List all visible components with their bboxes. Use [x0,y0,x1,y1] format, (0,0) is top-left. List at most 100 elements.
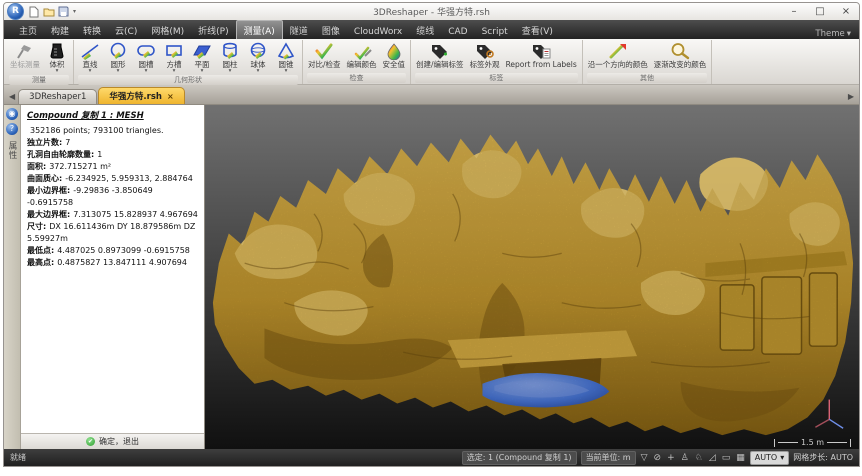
chevron-down-icon: ▾ [173,69,176,75]
scale-tick [774,439,775,447]
check-circle-icon: ✔ [86,437,95,446]
tab-polyline[interactable]: 折线(P) [191,21,235,39]
tab-script[interactable]: Script [475,24,515,39]
doc-tab-3dreshaper1[interactable]: 3DReshaper1 [18,89,97,104]
confirm-exit-button[interactable]: ✔ 确定，退出 [21,433,204,449]
plane-button[interactable]: 平面 ▾ [188,40,216,75]
draw-mode-icon[interactable]: ◿ [708,453,717,463]
close-button[interactable]: × [833,6,859,17]
chevron-down-icon: ▾ [117,69,120,75]
edit-colors-button[interactable]: 编辑颜色 [344,40,380,69]
minimize-button[interactable]: – [781,6,807,17]
help-icon[interactable]: ? [6,123,18,135]
safety-value-button[interactable]: 安全值 [380,40,409,69]
tab-measure-active[interactable]: 测量(A) [236,20,283,39]
tab-image[interactable]: 图像 [315,21,347,39]
tag-plus-icon [428,41,452,61]
properties-body: Compound 复制 1 : MESH 352186 points; 7931… [21,105,204,433]
tab-construct[interactable]: 构建 [44,21,76,39]
tab-transform[interactable]: 转换 [76,21,108,39]
chevron-down-icon: ▾ [285,69,288,75]
compare-inspect-button[interactable]: 对比/检查 [305,40,344,69]
window-title: 3DReshaper - 华强方特.rsh [4,5,859,18]
square-slot-icon [163,41,185,61]
round-slot-button[interactable]: 圆槽 ▾ [132,40,160,75]
ribbon-group-other: 沿一个方向的颜色 逐渐改变的颜色 其他 [583,40,713,84]
viewport-3d[interactable]: 1.5 m [205,105,859,449]
quick-access-dropdown-icon[interactable]: ▾ [73,8,76,15]
tag-gear-icon [473,41,497,61]
property-line: 最大边界框:7.313075 15.828937 4.967694 [27,209,198,221]
coordinate-measure-button[interactable]: 坐标测量 [7,40,43,69]
close-tab-icon[interactable]: × [167,92,174,101]
stand-viewer-icon[interactable]: ♙ [680,453,690,463]
tab-cloud[interactable]: 云(C) [108,21,144,39]
chevron-down-icon: ▾ [56,69,59,75]
move-view-icon[interactable]: + [666,453,676,463]
object-title: Compound 复制 1 : MESH [27,110,198,123]
property-line: 面积:372.715271 m² [27,161,198,173]
ribbon-tab-bar: 主页 构建 转换 云(C) 网格(M) 折线(P) 测量(A) 隧道 图像 Cl… [4,20,859,39]
tab-tunnel[interactable]: 隧道 [283,21,315,39]
grid-step-info: 网格步长: AUTO [793,452,853,463]
maximize-button[interactable]: □ [807,6,833,17]
new-file-icon[interactable] [27,5,40,18]
open-file-icon[interactable] [42,5,55,18]
property-line: 曲面质心:-6.234925, 5.959313, 2.884764 [27,173,198,185]
property-line: 最低点:4.487025 0.8973099 -0.6915758 [27,245,198,257]
property-line: 352186 points; 793100 triangles. [27,125,198,137]
tab-cad[interactable]: CAD [441,24,474,39]
save-file-icon[interactable] [57,5,70,18]
chevron-down-icon: ▾ [201,69,204,75]
unit-info[interactable]: 当前单位: m [581,451,636,465]
square-slot-button[interactable]: 方槽 ▾ [160,40,188,75]
tab-mesh[interactable]: 网格(M) [144,21,191,39]
plane-icon [191,41,213,61]
chevron-down-icon: ▾ [145,69,148,75]
status-bar: 就绪 选定: 1 (Compound 复制 1) 当前单位: m ▽ ⊘ + ♙… [4,449,859,466]
no-clip-icon[interactable]: ⊘ [653,453,663,463]
report-from-labels-button[interactable]: Report from Labels [503,40,580,69]
doc-tab-label: 3DReshaper1 [29,92,86,102]
property-line: 最高点:0.4875827 13.847111 4.907694 [27,257,198,269]
sphere-icon [247,41,269,61]
tab-scroll-right-icon[interactable]: ▶ [845,92,857,104]
auto-scale-select[interactable]: AUTO ▾ [750,451,790,465]
ribbon-toolbar: 坐标测量 体积 ▾ 测量 直线 ▾ [4,39,859,85]
tab-home[interactable]: 主页 [12,21,44,39]
label-appearance-button[interactable]: 标签外观 [467,40,503,69]
volume-button[interactable]: 体积 ▾ [43,40,71,75]
gradual-color-button[interactable]: 逐渐改变的颜色 [651,40,710,69]
view-reset-icon[interactable]: ◉ [6,108,18,120]
ribbon-group-label: 测量 [9,75,69,85]
tab-view[interactable]: 查看(V) [515,21,560,39]
chevron-down-icon: ▾ [257,69,260,75]
line-button[interactable]: 直线 ▾ [76,40,104,75]
create-edit-label-button[interactable]: 创建/编辑标签 [413,40,467,69]
property-line: 最小边界框:-9.29836 -3.850649 -0.6915758 [27,185,198,209]
confirm-exit-label: 确定，退出 [99,436,139,447]
mesh-model [205,105,859,449]
tab-cable[interactable]: 缆线 [409,21,441,39]
tab-cloudworx[interactable]: CloudWorx [347,24,409,39]
clip-plane-icon[interactable]: ▽ [640,453,649,463]
doc-tab-huaqiangfangte[interactable]: 华强方特.rsh × [98,87,184,104]
ribbon-group-label: 几何形状 [78,75,298,85]
sphere-button[interactable]: 球体 ▾ [244,40,272,75]
zoom-window-icon[interactable]: ▭ [721,453,732,463]
theme-selector[interactable]: Theme ▾ [815,29,851,39]
circle-button[interactable]: 圆形 ▾ [104,40,132,75]
ribbon-group-label: 检查 [307,73,406,83]
cone-button[interactable]: 圆锥 ▾ [272,40,300,75]
line-icon [79,41,101,61]
circle-icon [107,41,129,61]
color-along-direction-button[interactable]: 沿一个方向的颜色 [585,40,651,69]
ribbon-group-labels: 创建/编辑标签 标签外观 Report from Labels 标签 [411,40,583,84]
cylinder-button[interactable]: 圆柱 ▾ [216,40,244,75]
grid-display-icon[interactable]: ▦ [735,453,746,463]
walk-viewer-icon[interactable]: ♘ [694,453,704,463]
chevron-down-icon: ▾ [847,29,851,39]
properties-strip-label[interactable]: 属性 [6,141,18,160]
tab-scroll-left-icon[interactable]: ◀ [6,92,18,104]
rainbow-arrow-icon [606,41,630,61]
